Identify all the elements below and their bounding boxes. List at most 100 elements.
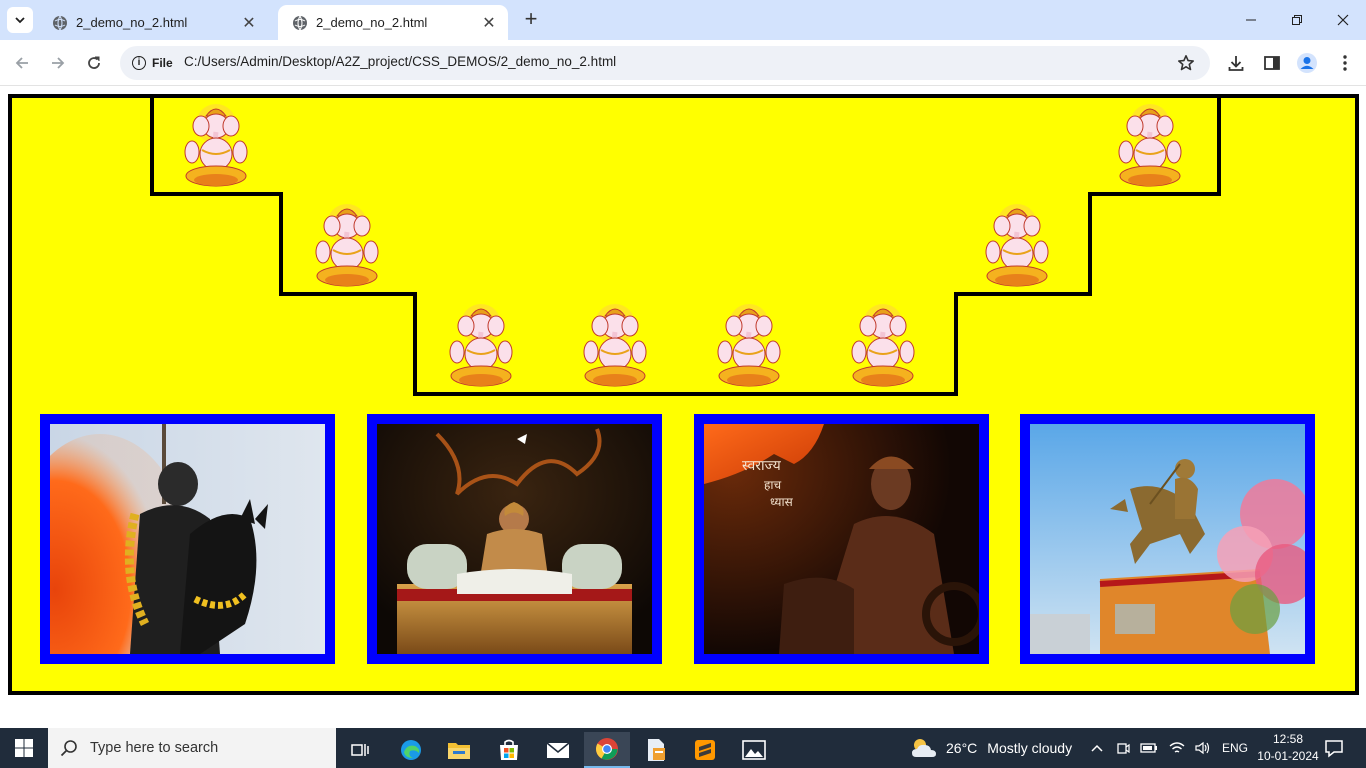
weather-temperature: 26°C: [946, 740, 978, 756]
sublime-text-icon: [695, 740, 715, 760]
arrow-right-icon: [52, 57, 65, 69]
clock-time: 12:58: [1272, 732, 1304, 746]
ganesh-figure-icon: [851, 304, 915, 387]
restore-button[interactable]: [1274, 0, 1320, 40]
close-window-button[interactable]: [1320, 0, 1366, 40]
taskbar-file-app[interactable]: [633, 732, 679, 768]
bookmark-button[interactable]: [1174, 51, 1198, 75]
meet-now-icon[interactable]: [1116, 740, 1130, 756]
volume-icon[interactable]: [1194, 741, 1212, 755]
ganesh-image: [435, 302, 527, 390]
new-tab-button[interactable]: +: [520, 8, 542, 32]
download-icon: [1228, 56, 1244, 71]
address-bar[interactable]: i File C:/Users/Admin/Desktop/A2Z_projec…: [120, 46, 1210, 80]
ganesh-image: [569, 302, 661, 390]
tab-title: 2_demo_no_2.html: [316, 15, 428, 30]
taskbar-clock[interactable]: 12:58 10-01-2024: [1256, 731, 1320, 765]
weather-description: Mostly cloudy: [987, 740, 1073, 756]
statue-flag-image: [50, 424, 325, 654]
profile-avatar-icon: [1297, 53, 1317, 73]
document-icon: [648, 739, 665, 761]
close-icon: [1337, 14, 1349, 26]
taskbar-mail[interactable]: [535, 732, 581, 768]
ganesh-figure-icon: [449, 304, 513, 387]
back-button[interactable]: [10, 51, 34, 75]
globe-icon: [53, 15, 67, 30]
taskbar-edge[interactable]: [388, 732, 434, 768]
tab-title: 2_demo_no_2.html: [76, 15, 188, 30]
language-indicator[interactable]: ENG: [1222, 741, 1248, 755]
profile-button[interactable]: [1295, 51, 1319, 75]
taskbar-store[interactable]: [486, 732, 532, 768]
photo-row: स्वराज्य हाच ध्यास: [40, 414, 1330, 664]
minimize-icon: [1246, 19, 1256, 21]
minimize-button[interactable]: [1228, 0, 1274, 40]
chevron-up-icon[interactable]: [1090, 743, 1104, 753]
notification-icon: [1325, 740, 1343, 758]
restore-icon: [1292, 15, 1302, 25]
tab-active[interactable]: 2_demo_no_2.html ✕: [278, 5, 508, 40]
wifi-icon[interactable]: [1168, 741, 1186, 755]
ganesh-image: [837, 302, 929, 390]
windows-logo-icon: [15, 739, 33, 757]
reload-button[interactable]: [82, 51, 106, 75]
forward-button[interactable]: [46, 51, 70, 75]
taskbar-file-explorer[interactable]: [436, 732, 482, 768]
caption-line-2: हाच: [764, 478, 781, 492]
folder-icon: [448, 743, 470, 759]
close-tab-icon[interactable]: ✕: [480, 13, 498, 33]
battery-icon[interactable]: [1140, 742, 1158, 754]
photo-swarajya: स्वराज्य हाच ध्यास: [694, 414, 989, 664]
chrome-icon: [596, 738, 618, 760]
tab-search-button[interactable]: [7, 7, 33, 33]
arrow-left-icon: [15, 57, 28, 69]
weather-widget[interactable]: 26°C Mostly cloudy: [910, 728, 1072, 768]
start-button[interactable]: [0, 728, 48, 768]
ganesh-figure-icon: [1118, 104, 1182, 187]
downloads-button[interactable]: [1224, 51, 1248, 75]
task-view-icon: [351, 744, 369, 756]
ganesh-image: [971, 202, 1063, 290]
chevron-down-icon: [15, 17, 25, 24]
ganesh-figure-icon: [717, 304, 781, 387]
ganesh-image: [301, 202, 393, 290]
system-tray: ENG: [1090, 728, 1248, 768]
ganesh-image: [1104, 102, 1196, 190]
taskbar-sublime[interactable]: [682, 732, 728, 768]
throne-image: [377, 424, 652, 654]
taskbar-photos[interactable]: [731, 732, 777, 768]
yellow-stage: स्वराज्य हाच ध्यास: [8, 94, 1359, 695]
photo-statue-flag: [40, 414, 335, 664]
search-placeholder: Type here to search: [90, 740, 219, 756]
search-icon: [60, 740, 77, 757]
ganesh-figure-icon: [583, 304, 647, 387]
url-text[interactable]: C:/Users/Admin/Desktop/A2Z_project/CSS_D…: [184, 54, 616, 69]
info-icon: i: [132, 56, 146, 70]
close-tab-icon[interactable]: ✕: [240, 13, 258, 33]
tab-strip: 2_demo_no_2.html ✕ 2_demo_no_2.html ✕ +: [0, 0, 1366, 40]
menu-button[interactable]: [1333, 51, 1357, 75]
side-panel-icon: [1264, 56, 1280, 70]
ganesh-image: [703, 302, 795, 390]
edge-icon: [401, 740, 421, 760]
caption-line-3: ध्यास: [770, 495, 794, 509]
photos-icon: [742, 740, 766, 760]
task-view-button[interactable]: [337, 732, 383, 768]
mail-icon: [546, 742, 570, 758]
store-icon: [500, 739, 518, 760]
site-info-chip[interactable]: i File: [126, 50, 183, 76]
ganesh-figure-icon: [985, 204, 1049, 287]
taskbar-search-box[interactable]: Type here to search: [48, 728, 336, 768]
ganesh-figure-icon: [184, 104, 248, 187]
photo-equestrian-statue: [1020, 414, 1315, 664]
browser-toolbar: i File C:/Users/Admin/Desktop/A2Z_projec…: [0, 40, 1366, 86]
notification-center-button[interactable]: [1322, 736, 1346, 760]
site-info-label: File: [152, 56, 173, 70]
side-panel-button[interactable]: [1260, 51, 1284, 75]
tab-inactive[interactable]: 2_demo_no_2.html ✕: [38, 5, 268, 40]
cloudy-weather-icon: [912, 739, 936, 757]
more-vert-icon: [1343, 55, 1347, 71]
taskbar-chrome[interactable]: [584, 732, 630, 768]
ganesh-figure-icon: [315, 204, 379, 287]
ganesh-image: [170, 102, 262, 190]
